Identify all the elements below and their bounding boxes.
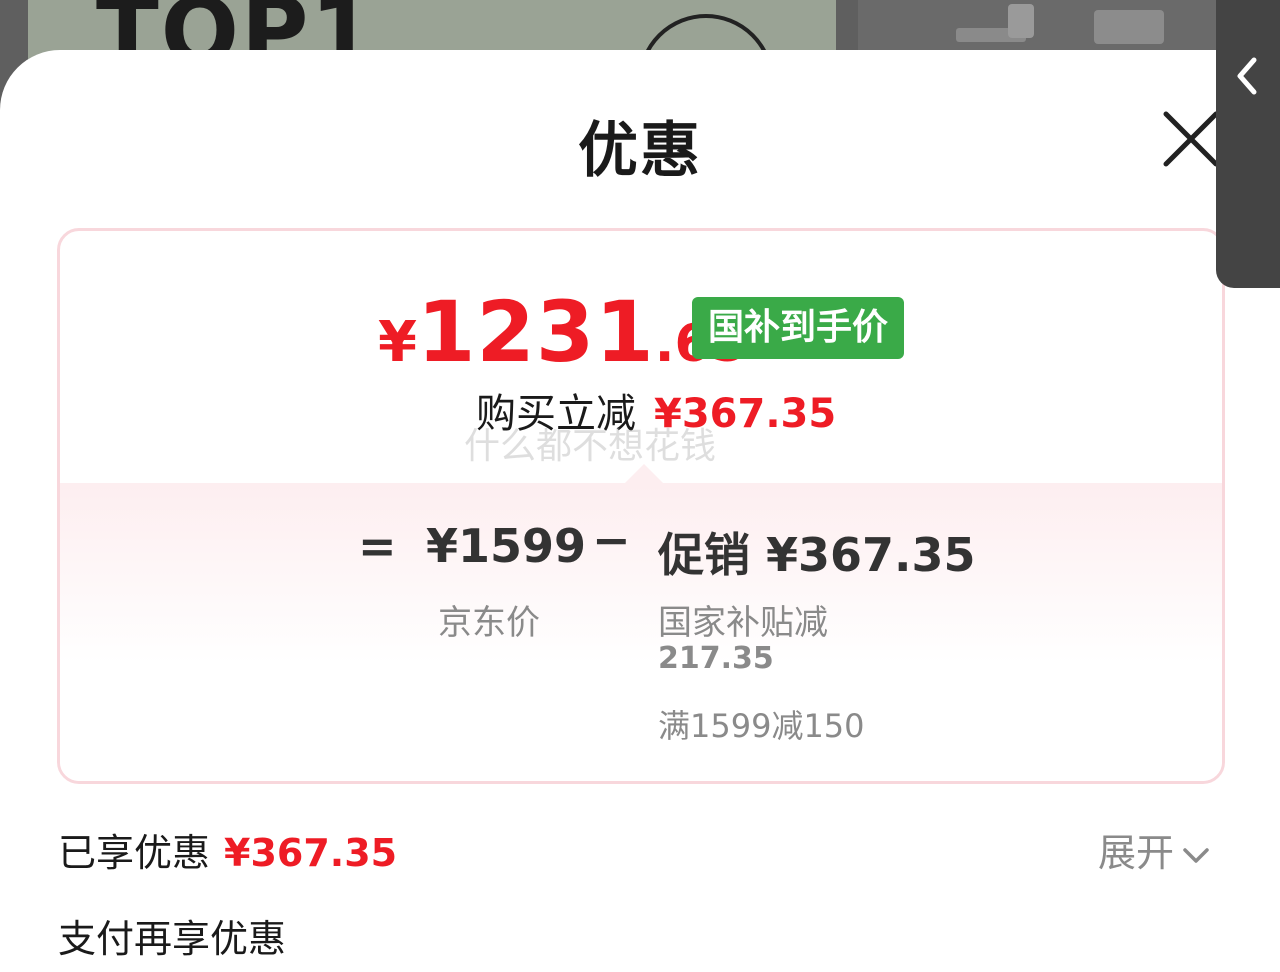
jd-price-label: 京东价: [438, 603, 540, 643]
expand-label: 展开: [1098, 831, 1175, 875]
close-icon: [1163, 111, 1219, 167]
side-collapse-handle[interactable]: [1216, 0, 1280, 288]
pay-more-discount-label: 支付再享优惠: [58, 917, 287, 961]
close-button[interactable]: [1158, 106, 1224, 172]
enjoyed-discount-row: 已享优惠 ¥367.35: [58, 822, 397, 877]
enjoyed-discount-label: 已享优惠: [58, 831, 211, 875]
final-price-integer: 1231: [416, 283, 655, 381]
subsidy-price-tag: 国补到手价: [692, 297, 905, 359]
expand-button[interactable]: 展开: [1098, 822, 1210, 877]
watermark-text: 什么都不想花钱: [464, 426, 717, 467]
breakdown-section: [60, 483, 1222, 781]
discount-bottom-sheet: 优惠 ¥1231.65 国补到手价 购买立减¥367.35 什么都不想花钱 = …: [0, 50, 1280, 972]
equals-sign: =: [358, 519, 397, 573]
currency-symbol: ¥: [378, 310, 417, 375]
price-breakdown-card: ¥1231.65 国补到手价 购买立减¥367.35 什么都不想花钱 = ¥15…: [57, 228, 1225, 784]
promotion-amount: 促销 ¥367.35: [658, 528, 976, 582]
jd-price: ¥1599: [426, 519, 587, 573]
full-reduction-label: 满1599减150: [658, 707, 865, 745]
national-subsidy-amount: 217.35: [658, 641, 774, 676]
chevron-left-icon: [1237, 57, 1257, 95]
minus-sign: −: [592, 513, 631, 567]
product-shape: [1094, 10, 1164, 44]
enjoyed-discount-amount: ¥367.35: [224, 831, 398, 875]
national-subsidy-label: 国家补贴减: [658, 603, 828, 643]
product-shape: [1008, 4, 1034, 38]
sheet-title: 优惠: [578, 116, 702, 186]
chevron-down-icon: [1183, 847, 1209, 863]
